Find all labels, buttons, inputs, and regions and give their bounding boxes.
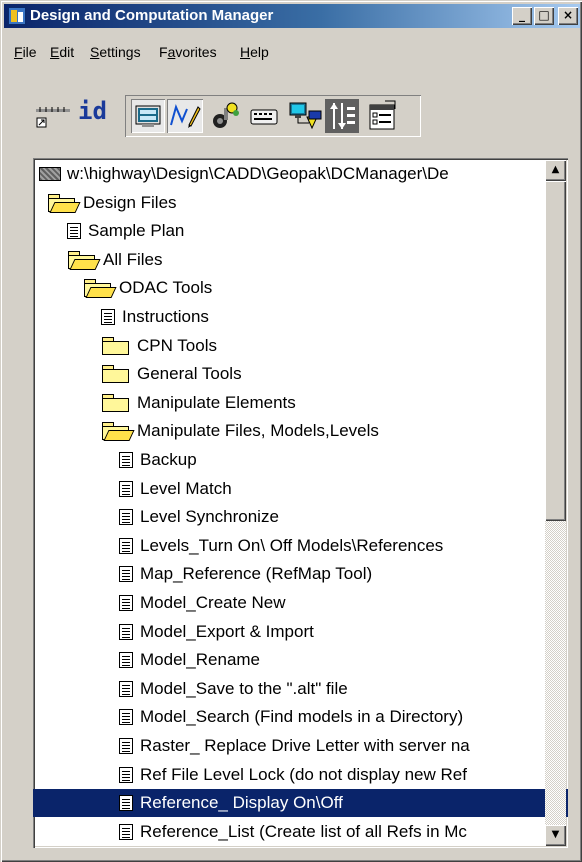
tree-item-label: Model_Save to the ".alt" file — [140, 678, 348, 698]
draw-mode-icon[interactable] — [167, 99, 203, 133]
tree-item[interactable]: Instructions — [101, 303, 211, 331]
tree-item[interactable]: ODAC Tools — [83, 274, 214, 302]
keyboard-icon[interactable] — [247, 99, 281, 133]
ruler-icon[interactable] — [34, 103, 72, 133]
tree-item-label: Sample Plan — [88, 221, 185, 241]
document-icon — [119, 623, 133, 640]
tree-item-label: Levels_Turn On\ Off Models\References — [140, 535, 444, 555]
window-title: Design and Computation Manager — [30, 7, 274, 24]
scroll-up-button[interactable]: ▲ — [545, 160, 566, 181]
tree-item-label: Map_Reference (RefMap Tool) — [140, 564, 373, 584]
tree-item-label: Reference_ Display On\Off — [138, 793, 345, 814]
maximize-button[interactable]: □ — [534, 7, 554, 25]
tree-item-label: Ref File Level Lock (do not display new … — [140, 764, 467, 784]
tree-item[interactable]: Reference_List (Create list of all Refs … — [119, 818, 469, 846]
tree-item-selected[interactable]: Reference_ Display On\Off — [33, 789, 568, 818]
properties-icon[interactable] — [325, 99, 359, 133]
document-icon — [119, 595, 133, 611]
tree-item-label: Reference_List (Create list of all Refs … — [140, 821, 467, 841]
menu-favorites[interactable]: Favorites — [159, 44, 217, 60]
network-drive-icon — [39, 167, 61, 181]
tree-item[interactable]: Levels_Turn On\ Off Models\References — [119, 532, 445, 560]
open-folder-icon — [83, 278, 117, 299]
app-icon[interactable] — [8, 7, 26, 25]
document-icon — [119, 795, 133, 812]
document-icon — [119, 480, 133, 497]
folder-icon — [101, 364, 131, 384]
document-icon — [119, 566, 133, 583]
minimize-button[interactable]: _ — [512, 7, 532, 25]
file-tree[interactable]: w:\highway\Design\CADD\Geopak\DCManager\… — [33, 158, 568, 848]
folder-icon — [101, 393, 131, 413]
document-icon — [67, 223, 81, 240]
document-icon — [119, 452, 133, 468]
menu-edit[interactable]: Edit — [50, 44, 74, 60]
document-icon — [119, 652, 133, 669]
tree-item-label: Model_Search (Find models in a Directory… — [140, 707, 464, 727]
title-bar[interactable]: Design and Computation Manager _ □ × — [4, 4, 580, 28]
tree-item[interactable]: Model_Create New — [119, 589, 288, 617]
tree-item[interactable]: CPN Tools — [101, 332, 219, 360]
tree-item[interactable]: Manipulate Elements — [101, 389, 298, 417]
tree-item-label: Model_Create New — [140, 593, 286, 612]
tree-item-label: CPN Tools — [137, 335, 217, 355]
tree-item[interactable]: Ref File Level Lock (do not display new … — [119, 761, 469, 789]
document-icon — [119, 823, 133, 840]
tree-item[interactable]: Level Match — [119, 475, 234, 503]
tree-item[interactable]: Design Files — [47, 189, 179, 217]
tree-item[interactable]: Raster_ Replace Drive Letter with server… — [119, 732, 472, 760]
document-icon — [119, 537, 133, 554]
scroll-thumb[interactable] — [545, 181, 566, 521]
tree-item-label: All Files — [103, 249, 163, 269]
folder-icon — [101, 336, 131, 356]
document-icon — [119, 509, 133, 526]
tree-item-label: Manipulate Elements — [137, 392, 296, 412]
tree-item-label: Instructions — [122, 307, 209, 326]
grid-view-icon[interactable] — [131, 99, 165, 133]
network-icon[interactable] — [287, 99, 323, 133]
tree-item-label: Model_Export & Import — [140, 621, 314, 641]
tree-item[interactable]: Manipulate Files, Models,Levels — [101, 417, 381, 445]
document-icon — [119, 766, 133, 783]
menu-help[interactable]: Help — [240, 44, 269, 60]
scroll-down-button[interactable]: ▼ — [545, 825, 566, 846]
tree-item-label: ODAC Tools — [119, 278, 213, 298]
tree-item-label: Level Synchronize — [140, 507, 279, 527]
tree-item-label: Backup — [140, 450, 197, 469]
tree-item-label: Level Match — [140, 478, 232, 498]
open-folder-icon — [47, 193, 81, 213]
dcm-window: Design and Computation Manager _ □ × Fil… — [0, 0, 582, 862]
tree-item[interactable]: Sample Plan — [67, 217, 186, 245]
checklist-icon[interactable] — [365, 99, 399, 133]
tree-item-label: Manipulate Files, Models,Levels — [137, 421, 379, 441]
close-button[interactable]: × — [558, 7, 578, 25]
open-folder-icon — [101, 421, 135, 442]
tree-item[interactable]: w:\highway\Design\CADD\Geopak\DCManager\… — [39, 160, 451, 188]
document-icon — [119, 709, 133, 726]
document-icon — [119, 680, 133, 697]
tree-item[interactable]: Level Synchronize — [119, 503, 281, 531]
tree-item[interactable]: All Files — [67, 246, 165, 274]
open-folder-icon — [67, 250, 101, 270]
toolbar: id — [1, 81, 582, 153]
id-icon[interactable]: id — [78, 97, 107, 125]
tree-item[interactable]: Map_Reference (RefMap Tool) — [119, 560, 374, 588]
tree-item-label: Model_Rename — [140, 650, 261, 670]
tree-item-label: Design Files — [83, 192, 177, 212]
document-icon — [101, 309, 115, 325]
tree-item[interactable]: Model_Rename — [119, 646, 262, 674]
tree-item-label: w:\highway\Design\CADD\Geopak\DCManager\… — [67, 164, 449, 183]
tree-item[interactable]: Model_Search (Find models in a Directory… — [119, 703, 465, 731]
tree-item-label: Raster_ Replace Drive Letter with server… — [140, 736, 470, 755]
menu-file[interactable]: File — [14, 44, 37, 60]
vertical-scrollbar[interactable]: ▲ ▼ — [545, 160, 566, 846]
document-icon — [119, 738, 133, 754]
tree-item[interactable]: Model_Save to the ".alt" file — [119, 675, 350, 703]
tree-item[interactable]: Backup — [119, 446, 199, 474]
menu-settings[interactable]: Settings — [90, 44, 141, 60]
tree-item[interactable]: General Tools — [101, 360, 244, 388]
tree-item[interactable]: Model_Export & Import — [119, 618, 316, 646]
key-icon[interactable] — [209, 99, 241, 133]
tree-item-label: General Tools — [137, 364, 242, 384]
